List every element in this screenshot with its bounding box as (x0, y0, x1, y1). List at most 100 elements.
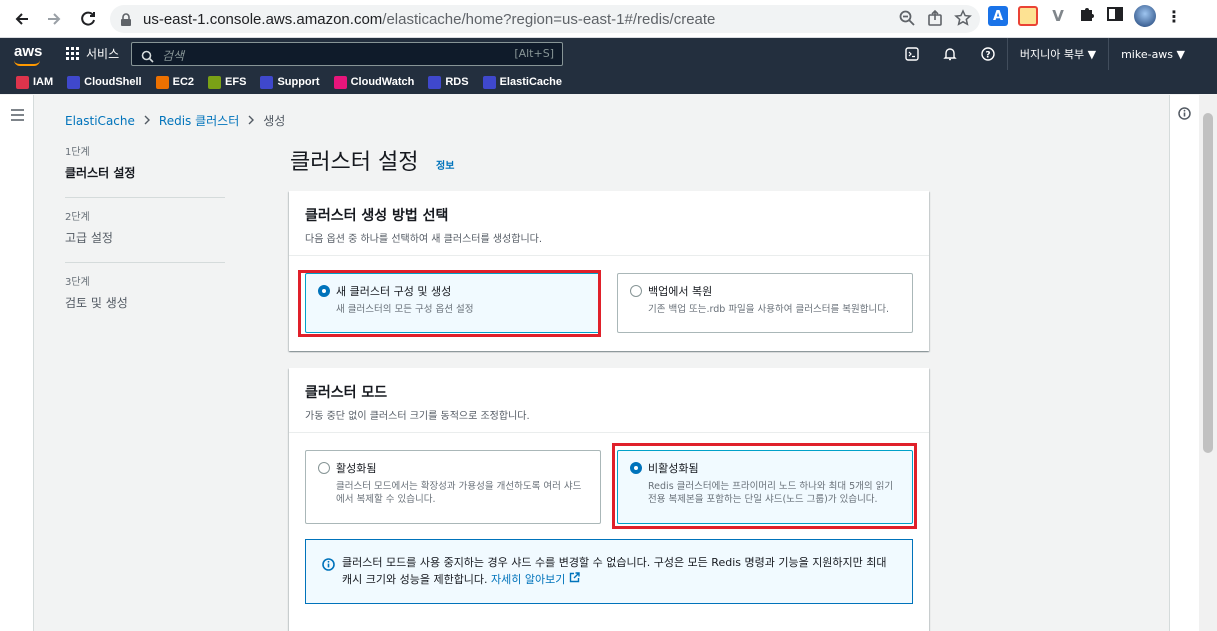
account-menu[interactable]: mike-aws ▼ (1108, 38, 1217, 70)
iam-icon (16, 75, 29, 89)
page-scrollbar[interactable] (1199, 95, 1217, 631)
vue-extension-icon[interactable]: V (1048, 6, 1068, 26)
rds-icon (428, 75, 442, 89)
search-input[interactable]: 검색 [Alt+S] (131, 42, 563, 66)
help-panel-rail (1169, 95, 1199, 631)
back-icon[interactable] (6, 3, 38, 35)
chevron-right-icon (143, 114, 151, 128)
menu-kebab-icon[interactable]: ⋮ (1166, 7, 1182, 26)
option-description: 클러스터 모드에서는 확장성과 가용성을 개선하도록 여러 샤드에서 복제할 수… (336, 481, 582, 505)
bookmark-efs[interactable]: EFS (208, 75, 247, 89)
zoom-icon[interactable] (898, 9, 916, 31)
step-name: 고급 설정 (65, 231, 113, 245)
services-label: 서비스 (86, 47, 120, 61)
bookmark-label: RDS (445, 76, 469, 88)
wizard-step-3[interactable]: 3단계 검토 및 생성 (65, 273, 225, 327)
breadcrumb-elasticache[interactable]: ElastiCache (65, 114, 135, 128)
step-name: 검토 및 생성 (65, 296, 128, 310)
breadcrumb: ElastiCache Redis 클러스터 생성 (65, 112, 285, 129)
bookmark-cloudshell[interactable]: CloudShell (67, 75, 142, 89)
elasticache-icon (482, 75, 496, 89)
bookmark-rds[interactable]: RDS (428, 75, 469, 89)
search-placeholder: 검색 (162, 49, 185, 63)
wizard-step-2[interactable]: 2단계 고급 설정 (65, 208, 225, 263)
browser-toolbar: us-east-1.console.aws.amazon.com/elastic… (0, 0, 1217, 38)
radio-unselected[interactable] (630, 285, 642, 297)
aws-logo-smile (14, 60, 40, 66)
breadcrumb-redis-clusters[interactable]: Redis 클러스터 (159, 112, 239, 129)
bookmark-support[interactable]: Support (260, 75, 320, 89)
bookmark-label: CloudWatch (350, 76, 415, 88)
highlight-box (612, 443, 917, 529)
bookmark-label: ElastiCache (499, 76, 562, 88)
bookmark-iam[interactable]: IAM (16, 75, 54, 89)
aws-top-nav: aws 서비스 검색 [Alt+S] ? 버지니아 북부 ▼ mike-aws … (0, 38, 1217, 70)
info-icon (322, 556, 335, 575)
info-alert: 클러스터 모드를 사용 중지하는 경우 샤드 수를 변경할 수 없습니다. 구성… (305, 539, 913, 604)
learn-more-link[interactable]: 자세히 알아보기 (491, 573, 565, 586)
services-menu[interactable]: 서비스 (66, 45, 119, 62)
svg-text:?: ? (985, 51, 990, 61)
highlight-box (298, 270, 601, 337)
grid-icon (66, 46, 80, 61)
lock-icon (120, 12, 132, 31)
chevron-right-icon (247, 114, 255, 128)
extension-icon[interactable] (1018, 6, 1038, 26)
step-number: 3단계 (65, 277, 90, 288)
external-link-icon[interactable] (569, 572, 580, 586)
info-link[interactable]: 정보 (436, 157, 454, 172)
hamburger-menu-icon[interactable] (11, 106, 24, 125)
option-description: 기존 백업 또는.rdb 파일을 사용하여 클러스터를 복원합니다. (648, 304, 889, 315)
profile-avatar[interactable] (1134, 5, 1156, 27)
panel-description: 다음 옵션 중 하나를 선택하여 새 클러스터를 생성합니다. (305, 234, 543, 245)
side-panel-icon[interactable] (1106, 5, 1124, 27)
aws-logo[interactable]: aws (14, 43, 42, 60)
option-restore-backup[interactable]: 백업에서 복원 기존 백업 또는.rdb 파일을 사용하여 클러스터를 복원합니… (617, 273, 913, 333)
bookmark-label: Support (277, 76, 320, 88)
alert-text: 클러스터 모드를 사용 중지하는 경우 샤드 수를 변경할 수 없습니다. 구성… (342, 556, 887, 586)
wizard-step-1[interactable]: 1단계 클러스터 설정 (65, 143, 225, 198)
bookmark-label: EC2 (172, 76, 195, 88)
reload-icon[interactable] (72, 3, 104, 35)
bookmark-elasticache[interactable]: ElastiCache (482, 75, 562, 89)
bookmark-label: EFS (225, 76, 247, 88)
favorites-bar: IAM CloudShell EC2 EFS Support CloudWatch RDS E… (0, 70, 1217, 94)
page-title: 클러스터 설정 (290, 150, 419, 175)
step-number: 2단계 (65, 212, 90, 223)
info-circle-icon[interactable] (1178, 105, 1191, 124)
puzzle-icon[interactable] (1078, 5, 1096, 27)
url-text: us-east-1.console.aws.amazon.com/elastic… (143, 11, 716, 28)
share-icon[interactable] (926, 9, 944, 31)
radio-unselected[interactable] (318, 462, 330, 474)
option-title: 활성화됨 (336, 462, 377, 475)
bookmark-ec2[interactable]: EC2 (155, 75, 195, 89)
breadcrumb-create: 생성 (263, 114, 286, 128)
notifications-bell-icon[interactable] (931, 38, 969, 70)
efs-icon (208, 75, 222, 89)
step-number: 1단계 (65, 147, 90, 158)
help-icon[interactable]: ? (969, 38, 1007, 70)
support-icon (260, 75, 274, 89)
step-name: 클러스터 설정 (65, 166, 136, 180)
ec2-icon (155, 75, 169, 89)
side-navigation-rail (0, 95, 34, 631)
region-selector[interactable]: 버지니아 북부 ▼ (1006, 38, 1108, 70)
option-title: 백업에서 복원 (648, 285, 713, 298)
option-cluster-mode-enabled[interactable]: 활성화됨 클러스터 모드에서는 확장성과 가용성을 개선하도록 여러 샤드에서 … (305, 450, 601, 524)
cloudwatch-icon (333, 75, 347, 89)
address-bar[interactable]: us-east-1.console.aws.amazon.com/elastic… (110, 5, 980, 33)
translate-extension-icon[interactable]: A (988, 6, 1008, 26)
panel-title: 클러스터 생성 방법 선택 (305, 208, 449, 224)
bookmark-cloudwatch[interactable]: CloudWatch (333, 75, 415, 89)
cloudshell-icon[interactable] (893, 38, 931, 70)
scrollbar-thumb[interactable] (1203, 113, 1213, 453)
forward-icon[interactable] (38, 3, 70, 35)
bookmark-star-icon[interactable] (954, 9, 972, 31)
search-shortcut: [Alt+S] (514, 47, 554, 60)
bookmark-label: CloudShell (84, 76, 142, 88)
cloudshell-icon (67, 75, 81, 89)
panel-title: 클러스터 모드 (305, 385, 388, 401)
bookmark-label: IAM (33, 76, 54, 88)
panel-description: 가동 중단 없이 클러스터 크기를 동적으로 조정합니다. (305, 411, 530, 422)
wizard-steps: 1단계 클러스터 설정 2단계 고급 설정 3단계 검토 및 생성 (65, 143, 225, 337)
